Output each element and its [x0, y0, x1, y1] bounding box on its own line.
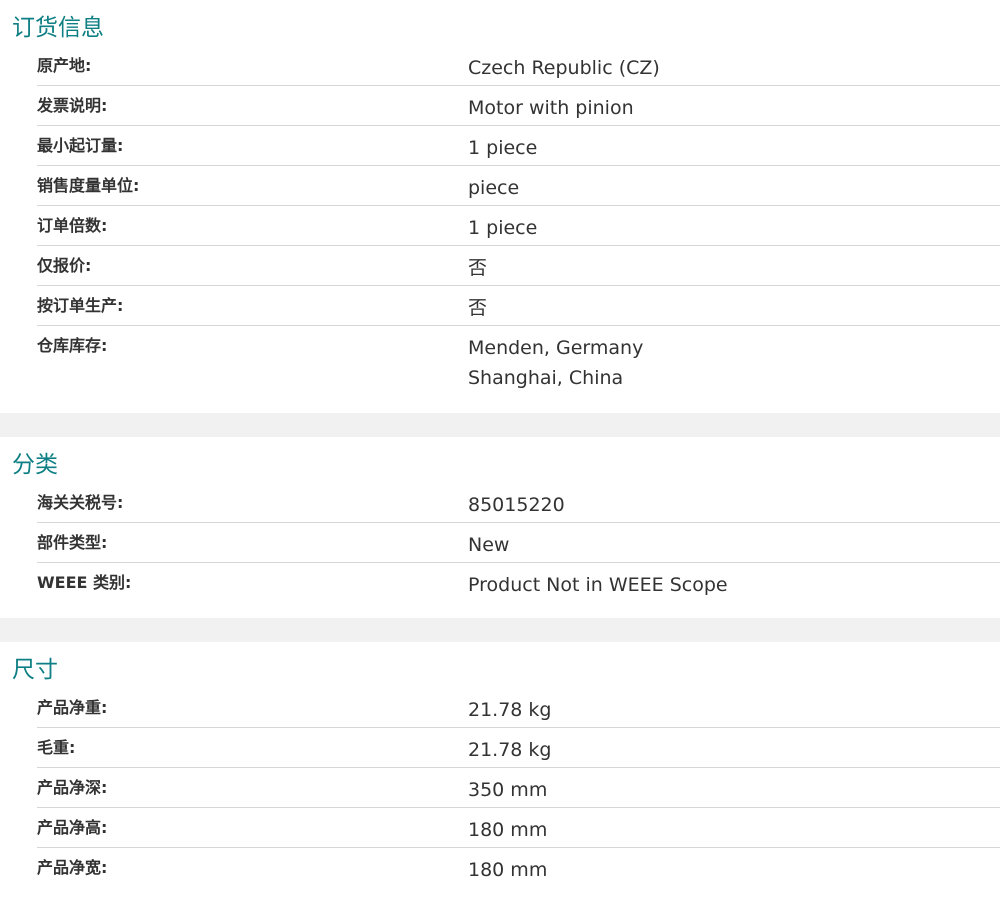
- classification-section: 分类 海关关税号: 85015220 部件类型: New WEEE 类别: Pr…: [0, 437, 1000, 618]
- attribute-row: 发票说明: Motor with pinion: [37, 86, 1000, 126]
- attribute-label: 最小起订量:: [37, 136, 124, 155]
- attribute-label: 毛重:: [37, 738, 76, 757]
- attribute-value: 1 piece: [468, 217, 538, 239]
- attribute-row: 产品净重: 21.78 kg: [37, 688, 1000, 728]
- attribute-label: 产品净宽:: [37, 858, 108, 877]
- attribute-value: 180 mm: [468, 859, 548, 881]
- section-divider: [0, 413, 1000, 437]
- attribute-list: 产品净重: 21.78 kg 毛重: 21.78 kg 产品净深: 350 mm…: [37, 688, 1000, 887]
- attribute-label: 原产地:: [37, 56, 92, 75]
- section-title: 尺寸: [12, 657, 58, 683]
- attribute-value: 85015220: [468, 494, 565, 516]
- stock-location: Menden, Germany: [468, 337, 644, 359]
- attribute-value: Product Not in WEEE Scope: [468, 574, 728, 596]
- attribute-value: 180 mm: [468, 819, 548, 841]
- attribute-row: 仅报价: 否: [37, 246, 1000, 286]
- attribute-label: 订单倍数:: [37, 216, 108, 235]
- attribute-value: Czech Republic (CZ): [468, 57, 660, 79]
- attribute-list: 原产地: Czech Republic (CZ) 发票说明: Motor wit…: [37, 46, 1000, 395]
- dimensions-section: 尺寸 产品净重: 21.78 kg 毛重: 21.78 kg 产品净深: 350…: [0, 642, 1000, 887]
- attribute-label: 发票说明:: [37, 96, 108, 115]
- attribute-row: 部件类型: New: [37, 523, 1000, 563]
- attribute-list: 海关关税号: 85015220 部件类型: New WEEE 类别: Produ…: [37, 483, 1000, 602]
- section-title: 订货信息: [12, 15, 104, 41]
- attribute-label: 海关关税号:: [37, 493, 124, 512]
- attribute-value: 1 piece: [468, 137, 538, 159]
- attribute-label: 仓库库存:: [37, 336, 108, 355]
- section-title: 分类: [12, 452, 58, 478]
- attribute-row: 订单倍数: 1 piece: [37, 206, 1000, 246]
- attribute-value: piece: [468, 177, 520, 199]
- attribute-label: 按订单生产:: [37, 296, 124, 315]
- attribute-label: 产品净重:: [37, 698, 108, 717]
- attribute-row: 原产地: Czech Republic (CZ): [37, 46, 1000, 86]
- attribute-label: 产品净深:: [37, 778, 108, 797]
- section-divider: [0, 618, 1000, 642]
- attribute-label: 销售度量单位:: [37, 176, 140, 195]
- attribute-value: Menden, Germany Shanghai, China: [468, 326, 1000, 395]
- attribute-label: 部件类型:: [37, 533, 108, 552]
- attribute-label: WEEE 类别:: [37, 573, 132, 592]
- attribute-value: Motor with pinion: [468, 97, 634, 119]
- attribute-value: 350 mm: [468, 779, 548, 801]
- attribute-value: 否: [468, 257, 488, 279]
- ordering-info-section: 订货信息 原产地: Czech Republic (CZ) 发票说明: Moto…: [0, 0, 1000, 413]
- attribute-row: 产品净宽: 180 mm: [37, 848, 1000, 887]
- attribute-row: WEEE 类别: Product Not in WEEE Scope: [37, 563, 1000, 602]
- attribute-value: 21.78 kg: [468, 699, 552, 721]
- attribute-row: 产品净高: 180 mm: [37, 808, 1000, 848]
- attribute-row: 仓库库存: Menden, Germany Shanghai, China: [37, 326, 1000, 395]
- attribute-label: 产品净高:: [37, 818, 108, 837]
- stock-location: Shanghai, China: [468, 367, 624, 389]
- attribute-row: 产品净深: 350 mm: [37, 768, 1000, 808]
- attribute-row: 最小起订量: 1 piece: [37, 126, 1000, 166]
- attribute-row: 毛重: 21.78 kg: [37, 728, 1000, 768]
- attribute-row: 销售度量单位: piece: [37, 166, 1000, 206]
- attribute-row: 海关关税号: 85015220: [37, 483, 1000, 523]
- attribute-value: 21.78 kg: [468, 739, 552, 761]
- attribute-value: 否: [468, 297, 488, 319]
- attribute-label: 仅报价:: [37, 256, 92, 275]
- attribute-row: 按订单生产: 否: [37, 286, 1000, 326]
- attribute-value: New: [468, 534, 510, 556]
